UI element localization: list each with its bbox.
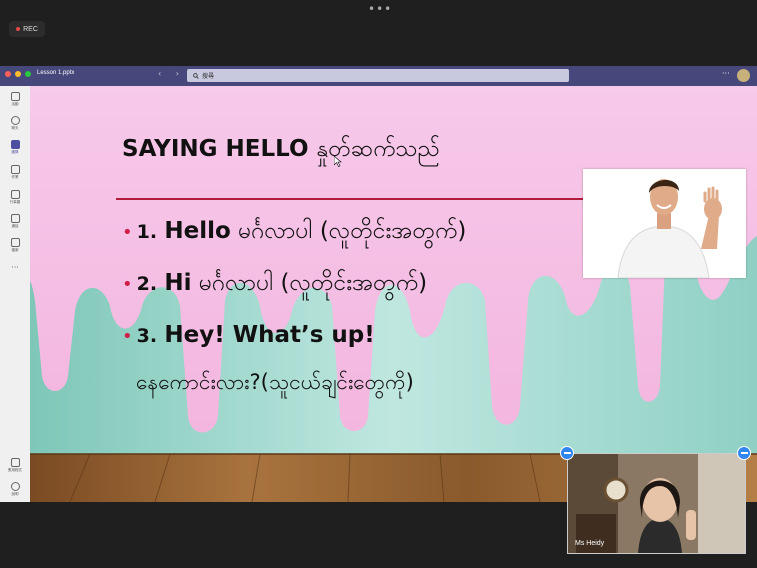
bullet-english: Hi — [164, 270, 192, 296]
mouse-cursor-icon — [334, 156, 342, 167]
presentation-slide: SAYING HELLO နှုတ်ဆက်သည် • 1. Hello မင်္ဂ… — [30, 86, 757, 502]
app-window: Lesson 1.pptx ‹ › 搜尋 ··· 活動 聊天 團隊 作業 行事曆… — [0, 66, 757, 502]
record-dot-icon — [16, 27, 21, 31]
teams-icon — [10, 140, 20, 149]
sidebar-item-chat[interactable]: 聊天 — [3, 116, 27, 131]
bullet-burmese: မင်္ဂလာပါ (လူတိုင်းအတွက်) — [238, 218, 467, 244]
bullet-burmese: မင်္ဂလာပါ (လူတိုင်းအတွက်) — [198, 270, 428, 296]
slide-title-english: SAYING HELLO — [122, 136, 309, 162]
sidebar-item-calls[interactable]: 通話 — [3, 214, 27, 229]
sidebar-item-files[interactable]: 檔案 — [3, 238, 27, 253]
bullet-item-3: • 3. Hey! What’s up! — [122, 322, 375, 348]
title-divider — [116, 198, 586, 200]
bullet-english: Hello — [164, 218, 231, 244]
maximize-window-button[interactable] — [25, 71, 31, 77]
sidebar-item-apps[interactable]: 應用程式 — [3, 458, 27, 473]
bullet-burmese: နေကောင်းလား?(သူငယ်ချင်းတွေကို) — [136, 370, 414, 394]
search-placeholder: 搜尋 — [202, 73, 215, 80]
search-input[interactable]: 搜尋 — [187, 69, 569, 82]
presenter-image — [583, 169, 746, 279]
app-sidebar: 活動 聊天 團隊 作業 行事曆 通話 檔案 ··· 應用程式 說明 — [0, 86, 31, 502]
sidebar-item-teams[interactable]: 團隊 — [3, 140, 27, 155]
self-video-tile[interactable]: Ms Heidy — [567, 453, 746, 554]
bell-icon — [10, 92, 20, 101]
sidebar-item-calendar[interactable]: 行事曆 — [3, 190, 27, 205]
chat-icon — [10, 116, 20, 125]
bullet-item-1: • 1. Hello မင်္ဂလာပါ (လူတိုင်းအတွက်) — [122, 218, 467, 244]
webcam-feed — [568, 454, 745, 553]
file-icon — [10, 238, 20, 247]
sidebar-item-help[interactable]: 說明 — [3, 482, 27, 497]
title-bar: Lesson 1.pptx ‹ › 搜尋 ··· — [0, 66, 757, 86]
bullet-number: 3. — [136, 325, 158, 347]
bullet-english: Hey! What’s up! — [164, 322, 375, 348]
search-icon — [193, 72, 199, 79]
close-window-button[interactable] — [5, 71, 11, 77]
help-icon — [10, 482, 20, 491]
bullet-number: 1. — [136, 221, 158, 243]
bullet-item-2: • 2. Hi မင်္ဂလာပါ (လူတိုင်းအတွက်) — [122, 270, 428, 296]
minimize-window-button[interactable] — [15, 71, 21, 77]
participant-name: Ms Heidy — [575, 540, 605, 547]
avatar[interactable] — [737, 69, 750, 82]
sidebar-item-more[interactable]: ··· — [3, 263, 27, 272]
minus-icon — [740, 452, 748, 454]
minus-icon — [563, 452, 571, 454]
window-more-button[interactable]: ··· — [722, 69, 730, 78]
assignments-icon — [10, 165, 20, 174]
recording-label: REC — [23, 25, 38, 33]
sidebar-item-activity[interactable]: 活動 — [3, 92, 27, 107]
bullet-number: 2. — [136, 273, 158, 295]
apps-icon — [10, 458, 20, 467]
recording-indicator: REC — [9, 21, 45, 37]
calendar-icon — [10, 190, 20, 199]
slide-title: SAYING HELLO နှုတ်ဆက်သည် — [122, 134, 440, 168]
close-video-button[interactable] — [737, 446, 751, 460]
nav-arrows[interactable]: ‹ › — [158, 69, 185, 78]
phone-icon — [10, 214, 20, 223]
waving-man-illustration — [583, 169, 746, 279]
window-title: Lesson 1.pptx — [37, 70, 75, 76]
sidebar-item-assignments[interactable]: 作業 — [3, 165, 27, 180]
top-more-menu[interactable]: ••• — [368, 2, 392, 16]
more-icon: ··· — [11, 263, 19, 272]
minimize-video-button[interactable] — [560, 446, 574, 460]
